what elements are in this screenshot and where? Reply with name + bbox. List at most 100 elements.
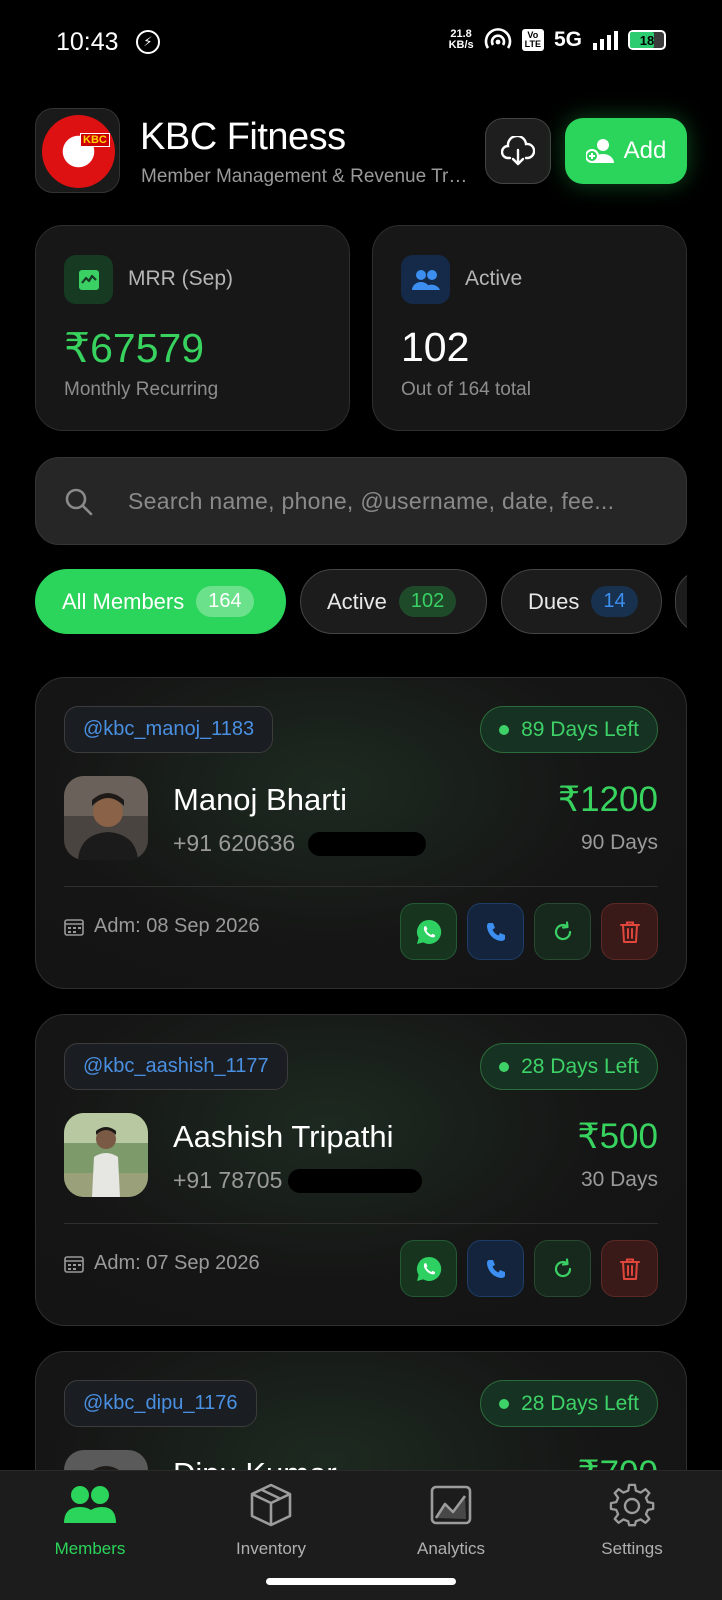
renew-button[interactable] <box>534 1240 591 1297</box>
whatsapp-icon <box>416 1256 441 1281</box>
member-username[interactable]: @kbc_aashish_1177 <box>64 1043 288 1090</box>
member-card[interactable]: @kbc_manoj_1183 89 Days Left Manoj Bhart… <box>35 677 687 989</box>
member-fee: ₹1200 <box>557 780 658 819</box>
cloud-backup-button[interactable] <box>485 118 551 184</box>
gym-logo: KBC <box>35 108 120 193</box>
battery-level: 18 <box>639 32 655 48</box>
network-type: 5G <box>553 28 582 51</box>
days-left-text: 28 Days Left <box>521 1391 639 1415</box>
app-title: KBC Fitness <box>140 116 346 158</box>
chip-count: 102 <box>398 586 457 617</box>
admission-date-text: Adm: 08 Sep 2026 <box>94 915 260 937</box>
whatsapp-icon <box>416 919 441 944</box>
network-speed-unit: KB/s <box>448 39 474 51</box>
status-bar: 10:43 ⚡ 21.8 KB/s Vo LTE 5G 18 <box>0 0 722 86</box>
add-button-label: Add <box>623 137 667 164</box>
divider <box>64 886 658 887</box>
phone-icon <box>486 922 505 941</box>
filter-chips: All Members 164 Active 102 Dues 14 <box>35 569 687 635</box>
status-time: 10:43 <box>56 28 119 56</box>
charging-bolt-icon: ⚡ <box>136 30 160 54</box>
filter-dues[interactable]: Dues 14 <box>501 569 662 634</box>
whatsapp-button[interactable] <box>400 1240 457 1297</box>
mrr-label: MRR (Sep) <box>128 267 234 290</box>
add-member-button[interactable]: Add <box>565 118 687 184</box>
nav-settings[interactable]: Settings <box>542 1471 722 1571</box>
delete-button[interactable] <box>601 903 658 960</box>
member-name: Manoj Bharti <box>173 782 348 817</box>
members-icon <box>62 1481 118 1529</box>
member-name: Aashish Tripathi <box>173 1119 394 1154</box>
active-card[interactable]: Active 102 Out of 164 total <box>372 225 687 431</box>
refresh-icon <box>554 1257 571 1277</box>
member-plan-duration: 90 Days <box>580 831 658 854</box>
member-actions <box>400 1240 658 1297</box>
calendar-icon <box>64 1255 84 1273</box>
nav-analytics[interactable]: Analytics <box>361 1471 541 1571</box>
trend-chart-icon <box>64 255 113 304</box>
trash-icon <box>619 921 640 943</box>
status-dot <box>499 1061 510 1072</box>
renew-button[interactable] <box>534 903 591 960</box>
nav-members[interactable]: Members <box>0 1471 180 1571</box>
member-username[interactable]: @kbc_manoj_1183 <box>64 706 274 753</box>
days-left-text: 89 Days Left <box>521 717 639 741</box>
box-icon <box>248 1481 294 1529</box>
mrr-card[interactable]: MRR (Sep) ₹67579 Monthly Recurring <box>35 225 350 431</box>
member-fee: ₹500 <box>577 1117 658 1156</box>
active-value: 102 <box>401 324 470 370</box>
volte-badge: Vo LTE <box>521 29 544 51</box>
search-input[interactable]: Search name, phone, @username, date, fee… <box>35 457 687 545</box>
chip-count: 14 <box>591 586 638 617</box>
days-left-text: 28 Days Left <box>521 1054 639 1078</box>
admission-date-text: Adm: 07 Sep 2026 <box>94 1252 260 1274</box>
calendar-icon <box>64 918 84 936</box>
add-user-icon <box>585 139 614 163</box>
nav-label: Members <box>54 1539 126 1558</box>
chart-icon <box>429 1481 473 1529</box>
status-right-group: 21.8 KB/s Vo LTE 5G 18 <box>449 28 666 52</box>
filter-active[interactable]: Active 102 <box>300 569 487 634</box>
member-username[interactable]: @kbc_dipu_1176 <box>64 1380 257 1427</box>
filter-all-members[interactable]: All Members 164 <box>35 569 286 634</box>
call-button[interactable] <box>467 903 524 960</box>
nav-label: Settings <box>601 1539 663 1558</box>
search-placeholder: Search name, phone, @username, date, fee… <box>128 488 615 514</box>
avatar <box>64 1113 148 1197</box>
chip-label: Active <box>327 588 387 614</box>
nav-label: Analytics <box>416 1539 486 1558</box>
network-speed: 21.8 KB/s <box>449 29 474 51</box>
active-label: Active <box>465 267 523 290</box>
member-card[interactable]: @kbc_aashish_1177 28 Days Left Aashish T… <box>35 1014 687 1326</box>
admission-date: Adm: 07 Sep 2026 <box>64 1252 260 1275</box>
days-left-badge: 28 Days Left <box>480 1043 658 1090</box>
active-caption: Out of 164 total <box>401 379 531 400</box>
filter-more[interactable] <box>675 569 687 634</box>
volte-bottom: LTE <box>524 39 541 49</box>
status-dot <box>499 724 510 735</box>
whatsapp-button[interactable] <box>400 903 457 960</box>
home-indicator[interactable] <box>266 1578 456 1585</box>
avatar <box>64 776 148 860</box>
call-button[interactable] <box>467 1240 524 1297</box>
member-plan-duration: 30 Days <box>580 1168 658 1191</box>
app-header: KBC KBC Fitness Member Management & Reve… <box>35 108 687 194</box>
logo-emblem <box>42 115 115 188</box>
nav-label: Inventory <box>236 1539 306 1558</box>
admission-date: Adm: 08 Sep 2026 <box>64 915 260 938</box>
chip-label: Dues <box>528 588 580 614</box>
redaction-mark <box>308 832 426 856</box>
gear-icon <box>609 1481 655 1529</box>
delete-button[interactable] <box>601 1240 658 1297</box>
member-phone: +91 78705 <box>173 1167 283 1193</box>
logo-text: KBC <box>80 133 110 147</box>
chip-label: All Members <box>62 588 185 614</box>
nav-inventory[interactable]: Inventory <box>181 1471 361 1571</box>
member-phone: +91 620636 <box>173 830 296 856</box>
mrr-value: ₹67579 <box>64 325 205 371</box>
signal-icon <box>593 31 618 50</box>
chip-count: 164 <box>196 586 254 617</box>
divider <box>64 1223 658 1224</box>
member-actions <box>400 903 658 960</box>
app-subtitle: Member Management & Revenue Tracking <box>141 166 471 187</box>
